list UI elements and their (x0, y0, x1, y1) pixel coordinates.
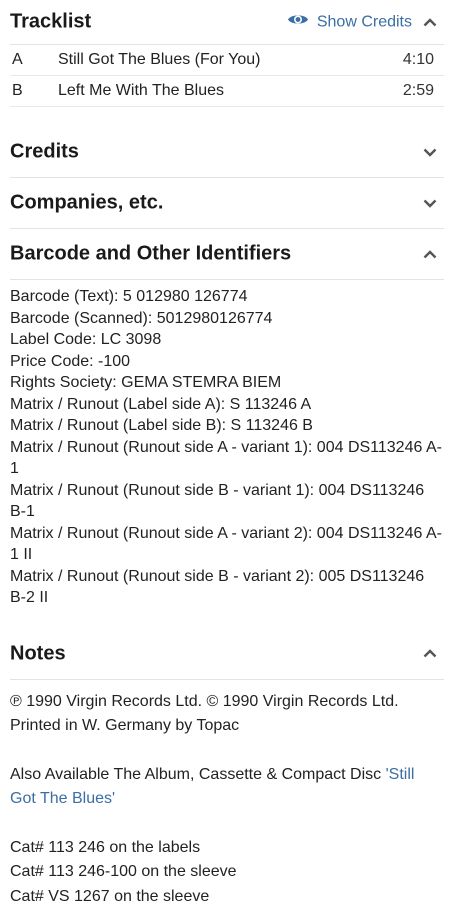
notes-header[interactable]: Notes (10, 629, 444, 680)
identifier-line: Barcode (Text): 5 012980 126774 (10, 286, 444, 308)
companies-title: Companies, etc. (10, 192, 163, 215)
tracklist-header: Tracklist Show Credits (10, 0, 444, 45)
identifier-line: Matrix / Runout (Label side B): S 113246… (10, 415, 444, 437)
identifier-line: Matrix / Runout (Label side A): S 113246… (10, 394, 444, 416)
cat-line: Cat# 113 246 on the labels (10, 836, 444, 861)
identifier-line: Barcode (Scanned): 5012980126774 (10, 308, 444, 330)
credits-header[interactable]: Credits (10, 127, 444, 178)
track-title: Left Me With The Blues (58, 82, 374, 100)
companies-header[interactable]: Companies, etc. (10, 178, 444, 229)
identifier-line: Matrix / Runout (Runout side B - variant… (10, 566, 444, 609)
track-title: Still Got The Blues (For You) (58, 51, 374, 69)
chevron-down-icon[interactable] (422, 144, 438, 160)
cat-line: Cat# VS 1267 on the sleeve (10, 885, 444, 909)
cat-line: Cat# 113 246-100 on the sleeve (10, 860, 444, 885)
identifiers-list: Barcode (Text): 5 012980 126774 Barcode … (10, 280, 444, 609)
chevron-up-icon[interactable] (422, 14, 438, 30)
eye-icon (287, 13, 309, 32)
credits-title: Credits (10, 141, 79, 164)
notes-body: ℗ 1990 Virgin Records Ltd. © 1990 Virgin… (10, 680, 444, 909)
notes-copyright: ℗ 1990 Virgin Records Ltd. © 1990 Virgin… (10, 690, 444, 739)
identifier-line: Matrix / Runout (Runout side A - variant… (10, 437, 444, 480)
identifier-line: Price Code: -100 (10, 351, 444, 373)
track-duration: 2:59 (374, 82, 444, 100)
identifier-line: Label Code: LC 3098 (10, 329, 444, 351)
show-credits-button[interactable]: Show Credits (287, 13, 412, 32)
tracklist: A Still Got The Blues (For You) 4:10 B L… (10, 45, 444, 107)
notes-also-available: Also Available The Album, Cassette & Com… (10, 763, 444, 812)
track-position: A (10, 51, 58, 69)
notes-also-text: Also Available The Album, Cassette & Com… (10, 766, 386, 783)
chevron-up-icon[interactable] (422, 646, 438, 662)
chevron-up-icon[interactable] (422, 246, 438, 262)
identifiers-header[interactable]: Barcode and Other Identifiers (10, 229, 444, 280)
tracklist-title: Tracklist (10, 11, 91, 34)
identifier-line: Rights Society: GEMA STEMRA BIEM (10, 372, 444, 394)
notes-title: Notes (10, 642, 66, 665)
spacer (0, 107, 454, 127)
spacer (0, 609, 454, 629)
show-credits-label: Show Credits (317, 13, 412, 31)
chevron-down-icon[interactable] (422, 195, 438, 211)
track-position: B (10, 82, 58, 100)
track-duration: 4:10 (374, 51, 444, 69)
track-row: A Still Got The Blues (For You) 4:10 (10, 45, 444, 76)
identifiers-title: Barcode and Other Identifiers (10, 243, 291, 266)
identifier-line: Matrix / Runout (Runout side B - variant… (10, 480, 444, 523)
track-row: B Left Me With The Blues 2:59 (10, 76, 444, 107)
notes-cat-list: Cat# 113 246 on the labels Cat# 113 246-… (10, 836, 444, 909)
identifier-line: Matrix / Runout (Runout side A - variant… (10, 523, 444, 566)
